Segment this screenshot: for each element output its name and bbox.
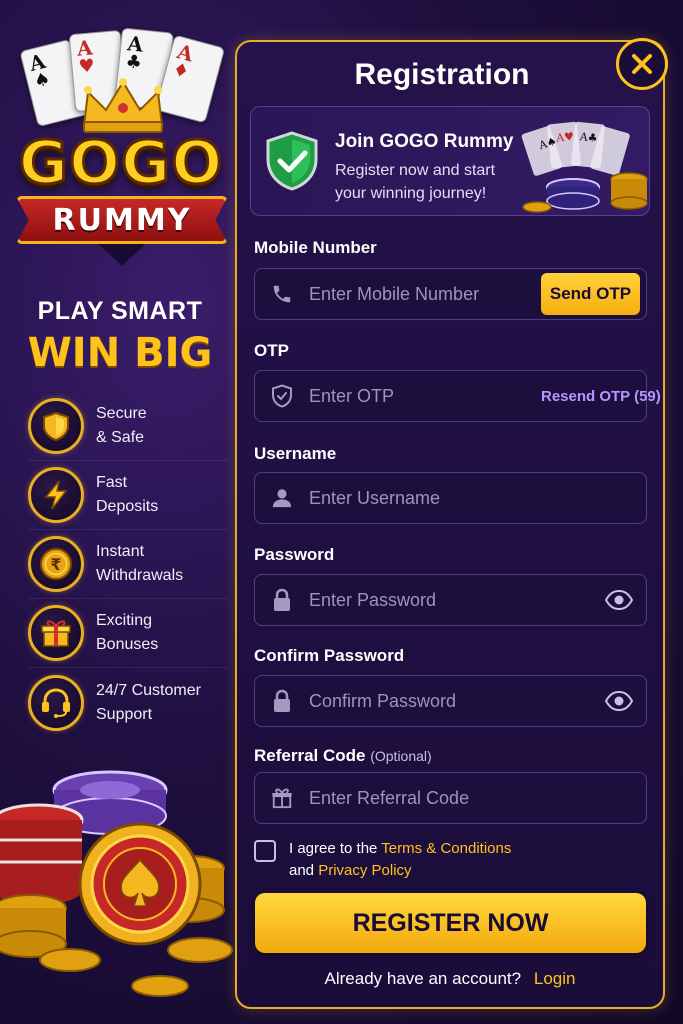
phone-icon [269, 281, 295, 307]
tagline-play-smart: PLAY SMART [37, 297, 203, 325]
username-label: Username [254, 444, 337, 463]
svg-text:A♥: A♥ [555, 130, 575, 145]
password-input[interactable] [309, 589, 604, 611]
rupee-coin-icon: ₹ [28, 536, 84, 592]
eye-icon [605, 691, 633, 711]
banner-title: Join GOGO Rummy [335, 131, 514, 152]
feature-label: Fast Deposits [96, 474, 159, 515]
feature-item-bonuses: Exciting Bonuses [28, 599, 228, 668]
send-otp-button[interactable]: Send OTP [541, 273, 640, 315]
shield-check-outline-icon [269, 383, 295, 409]
gift-icon [28, 605, 84, 661]
logo-wordmark-rummy: RUMMY [52, 202, 192, 238]
username-field [254, 472, 647, 524]
privacy-policy-link[interactable]: Privacy Policy [318, 862, 411, 879]
feature-item-deposits: Fast Deposits [28, 461, 228, 530]
svg-text:A♣: A♣ [578, 130, 598, 145]
shield-check-icon [266, 131, 318, 191]
terms-prefix: I agree to the [289, 840, 382, 857]
referral-code-field [254, 772, 647, 824]
confirm-password-label: Confirm Password [254, 646, 405, 665]
lock-icon [269, 688, 295, 714]
confirm-password-field [254, 675, 647, 727]
feature-list: Secure & Safe Fast Deposits ₹ Instant Wi… [28, 392, 228, 737]
user-icon [269, 485, 295, 511]
feature-label: Instant Withdrawals [96, 543, 184, 584]
gift-icon [269, 785, 295, 811]
feature-label: Exciting Bonuses [96, 612, 159, 653]
lightning-icon [28, 467, 84, 523]
feature-item-secure: Secure & Safe [28, 392, 228, 461]
terms-checkbox[interactable] [254, 840, 276, 862]
feature-item-withdrawals: ₹ Instant Withdrawals [28, 530, 228, 599]
join-banner: Join GOGO Rummy Register now and start y… [250, 106, 650, 216]
optional-hint: (Optional) [370, 748, 432, 764]
terms-conditions-link[interactable]: Terms & Conditions [381, 840, 511, 857]
eye-icon [605, 590, 633, 610]
terms-agreement: I agree to the Terms & Conditions and Pr… [254, 838, 511, 882]
referral-code-label-text: Referral Code [254, 746, 366, 765]
feature-item-support: 24/7 Customer Support [28, 668, 228, 737]
headset-icon [28, 674, 84, 731]
referral-code-label: Referral Code (Optional) [254, 746, 432, 766]
cards-chips-illustration: A♠ A♥ A♣ [521, 121, 648, 213]
show-password-toggle[interactable] [604, 587, 634, 613]
mobile-number-input[interactable] [309, 283, 541, 305]
username-input[interactable] [309, 487, 634, 509]
crown-icon [82, 78, 164, 133]
terms-middle: and [289, 862, 319, 879]
login-prompt-text: Already have an account? [324, 969, 522, 988]
terms-text: I agree to the Terms & Conditions and Pr… [289, 838, 511, 882]
register-now-button[interactable]: REGISTER NOW [255, 893, 646, 953]
poker-chips-coins-illustration [0, 770, 233, 997]
referral-code-input[interactable] [309, 787, 634, 809]
promo-panel: A ♠ A ♥ A ♣ A ♦ GOGO RUMMY PLAY SMART WIN BI… [0, 0, 240, 1024]
otp-field: Resend OTP (59) [254, 370, 661, 422]
svg-text:₹: ₹ [50, 555, 61, 574]
feature-label: Secure & Safe [96, 405, 147, 446]
feature-label: 24/7 Customer Support [96, 681, 201, 723]
resend-otp-link[interactable]: Resend OTP (59) [541, 388, 661, 405]
otp-label: OTP [254, 341, 289, 360]
shield-icon [28, 398, 84, 454]
tagline-win-big: WIN BIG [27, 330, 213, 376]
logo-ribbon: RUMMY [16, 196, 228, 244]
show-confirm-password-toggle[interactable] [604, 688, 634, 714]
confirm-password-input[interactable] [309, 690, 604, 712]
banner-subtitle: Register now and start your winning jour… [335, 162, 496, 202]
otp-input[interactable] [309, 385, 541, 407]
mobile-number-label: Mobile Number [254, 238, 377, 257]
password-label: Password [254, 545, 335, 564]
login-prompt: Already have an account? Login [235, 969, 665, 989]
logo-wordmark-gogo: GOGO [17, 127, 224, 200]
password-field [254, 574, 647, 626]
page-title: Registration [354, 58, 530, 91]
login-link[interactable]: Login [534, 969, 576, 988]
lock-icon [269, 587, 295, 613]
mobile-number-field: Send OTP [254, 268, 647, 320]
